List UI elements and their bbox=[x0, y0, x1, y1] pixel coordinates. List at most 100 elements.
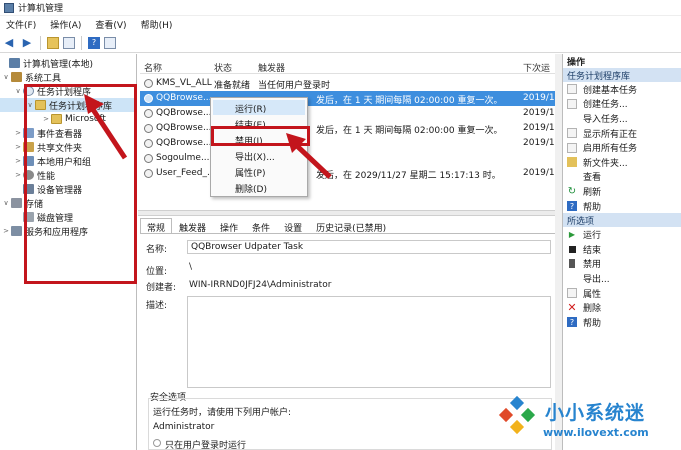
task-name: QQBrowse... bbox=[156, 138, 212, 148]
action-view[interactable]: 查看 bbox=[563, 170, 681, 185]
run-as-user: Administrator bbox=[153, 422, 215, 432]
task-list: KMS_VL_ALL 准备就绪 当任何用户登录时 QQBrowse... 发后，… bbox=[140, 76, 555, 208]
action-properties[interactable]: 属性 bbox=[563, 286, 681, 301]
tab-actions[interactable]: 操作 bbox=[213, 218, 245, 234]
action-export[interactable]: 导出... bbox=[563, 271, 681, 286]
action-end[interactable]: 结束 bbox=[563, 242, 681, 257]
context-menu-delete[interactable]: 删除(D) bbox=[235, 181, 267, 195]
blank-icon bbox=[567, 113, 577, 123]
task-icon bbox=[144, 109, 153, 118]
action-label: 查看 bbox=[583, 173, 602, 184]
action-label: 创建基本任务 bbox=[583, 85, 638, 96]
table-row[interactable]: QQBrowse... 发后，在 1 天 期间每隔 02:00:00 重复一次。… bbox=[140, 121, 555, 136]
actions-pane: 操作 任务计划程序库 创建基本任务 创建任务... 导入任务... 显示所有正在… bbox=[562, 54, 681, 450]
action-help-selected[interactable]: ? 帮助 bbox=[563, 315, 681, 330]
tab-history[interactable]: 历史记录(已禁用) bbox=[309, 218, 393, 234]
actions-header: 操作 bbox=[567, 57, 586, 68]
context-menu-export[interactable]: 导出(X)... bbox=[235, 149, 275, 163]
column-header-trigger[interactable]: 触发器 bbox=[258, 61, 285, 74]
task-status: 准备就绪 bbox=[214, 81, 251, 91]
author-label: 创建者: bbox=[146, 283, 177, 293]
tab-conditions[interactable]: 条件 bbox=[245, 218, 277, 234]
task-next-run: 2019/11 bbox=[523, 168, 555, 178]
actions-section-library[interactable]: 任务计划程序库 bbox=[563, 68, 681, 82]
back-arrow-icon[interactable]: ◀ bbox=[2, 36, 16, 50]
radio-login-only[interactable] bbox=[153, 439, 161, 447]
action-help[interactable]: ? 帮助 bbox=[563, 199, 681, 214]
vertical-scrollbar[interactable] bbox=[555, 54, 562, 450]
task-icon bbox=[567, 98, 577, 109]
task-next-run: 2019/11 bbox=[523, 123, 555, 133]
context-menu-properties[interactable]: 属性(P) bbox=[235, 165, 265, 179]
annotation-highlight-tree bbox=[24, 84, 137, 284]
menu-action[interactable]: 操作(A) bbox=[50, 18, 81, 31]
menu-file[interactable]: 文件(F) bbox=[6, 18, 36, 31]
action-import-task[interactable]: 导入任务... bbox=[563, 111, 681, 126]
pane-splitter[interactable] bbox=[138, 210, 556, 216]
action-run[interactable]: ▶ 运行 bbox=[563, 227, 681, 242]
action-new-folder[interactable]: 新文件夹... bbox=[563, 155, 681, 170]
tree-item-system-tools[interactable]: ∨ 系统工具 bbox=[0, 70, 136, 84]
up-folder-icon[interactable] bbox=[47, 36, 59, 49]
delete-x-icon: ✕ bbox=[567, 301, 577, 315]
name-field[interactable]: QQBrowser Udpater Task bbox=[187, 240, 551, 254]
action-refresh[interactable]: ↻ 刷新 bbox=[563, 184, 681, 199]
chevron-down-icon[interactable]: ∨ bbox=[14, 87, 22, 95]
forward-arrow-icon[interactable]: ▶ bbox=[20, 36, 34, 50]
task-icon bbox=[144, 169, 153, 178]
menu-help[interactable]: 帮助(H) bbox=[141, 18, 173, 31]
tab-settings[interactable]: 设置 bbox=[277, 218, 309, 234]
description-label: 描述: bbox=[146, 301, 168, 311]
window-title: 计算机管理 bbox=[18, 4, 64, 14]
chevron-right-icon[interactable]: > bbox=[14, 171, 22, 179]
chevron-down-icon[interactable]: ∨ bbox=[2, 73, 10, 81]
table-row[interactable]: QQBrowse... 2019/11 bbox=[140, 106, 555, 121]
tree-item-computer-management[interactable]: 计算机管理(本地) bbox=[0, 56, 136, 70]
column-header-status[interactable]: 状态 bbox=[214, 61, 232, 74]
actions-section-selected[interactable]: 所选项 bbox=[563, 213, 681, 228]
chevron-right-icon[interactable]: > bbox=[14, 143, 22, 151]
menu-view[interactable]: 查看(V) bbox=[95, 18, 126, 31]
description-field[interactable] bbox=[187, 296, 551, 388]
action-label: 删除 bbox=[583, 304, 602, 315]
table-row[interactable]: Sogoulme... bbox=[140, 151, 555, 166]
tab-triggers[interactable]: 触发器 bbox=[172, 218, 213, 234]
action-create-basic-task[interactable]: 创建基本任务 bbox=[563, 82, 681, 97]
task-name: QQBrowse... bbox=[156, 108, 212, 118]
disable-icon bbox=[569, 259, 575, 269]
title-bar: 计算机管理 bbox=[0, 0, 681, 16]
annotation-highlight-disable bbox=[211, 126, 310, 146]
table-row[interactable]: KMS_VL_ALL 准备就绪 当任何用户登录时 bbox=[140, 76, 555, 91]
action-delete[interactable]: ✕ 删除 bbox=[563, 300, 681, 315]
tab-general[interactable]: 常规 bbox=[140, 218, 173, 234]
table-row-selected[interactable]: QQBrowse... 发后，在 1 天 期间每隔 02:00:00 重复一次。… bbox=[140, 91, 555, 106]
action-enable-history[interactable]: 启用所有任务 bbox=[563, 140, 681, 155]
properties-icon bbox=[567, 288, 577, 299]
chevron-right-icon[interactable]: > bbox=[14, 129, 22, 137]
task-list-header: 名称 状态 触发器 下次运 bbox=[140, 58, 555, 74]
task-trigger: 发后，在 2029/11/27 星期二 15:17:13 时。 bbox=[316, 171, 501, 181]
toolbar-divider bbox=[40, 35, 41, 50]
chevron-right-icon[interactable]: > bbox=[14, 157, 22, 165]
chevron-right-icon[interactable]: > bbox=[2, 227, 10, 235]
services-icon bbox=[11, 226, 22, 236]
context-menu: 运行(R) 结束(E) 禁用(I) 导出(X)... 属性(P) 删除(D) bbox=[210, 97, 308, 197]
properties-icon[interactable] bbox=[104, 36, 116, 49]
table-row[interactable]: QQBrowse... 2019/11 bbox=[140, 136, 555, 151]
task-icon bbox=[144, 139, 153, 148]
show-hide-tree-icon[interactable] bbox=[63, 36, 75, 49]
column-header-next-run[interactable]: 下次运 bbox=[523, 61, 550, 74]
action-show-running[interactable]: 显示所有正在 bbox=[563, 126, 681, 141]
table-row[interactable]: User_Feed_... 发后，在 2029/11/27 星期二 15:17:… bbox=[140, 166, 555, 181]
context-menu-run[interactable]: 运行(R) bbox=[235, 101, 266, 115]
action-create-task[interactable]: 创建任务... bbox=[563, 97, 681, 112]
task-trigger: 发后，在 1 天 期间每隔 02:00:00 重复一次。 bbox=[316, 96, 503, 106]
action-disable[interactable]: 禁用 bbox=[563, 257, 681, 272]
watermark-url: www.ilovext.com bbox=[543, 426, 649, 439]
column-header-name[interactable]: 名称 bbox=[144, 61, 162, 74]
task-next-run: 2019/11 bbox=[523, 93, 555, 103]
toolbar: ◀ ▶ ? bbox=[0, 33, 681, 53]
task-name: User_Feed_... bbox=[156, 168, 212, 178]
help-icon[interactable]: ? bbox=[88, 36, 100, 49]
chevron-down-icon[interactable]: ∨ bbox=[2, 199, 10, 207]
